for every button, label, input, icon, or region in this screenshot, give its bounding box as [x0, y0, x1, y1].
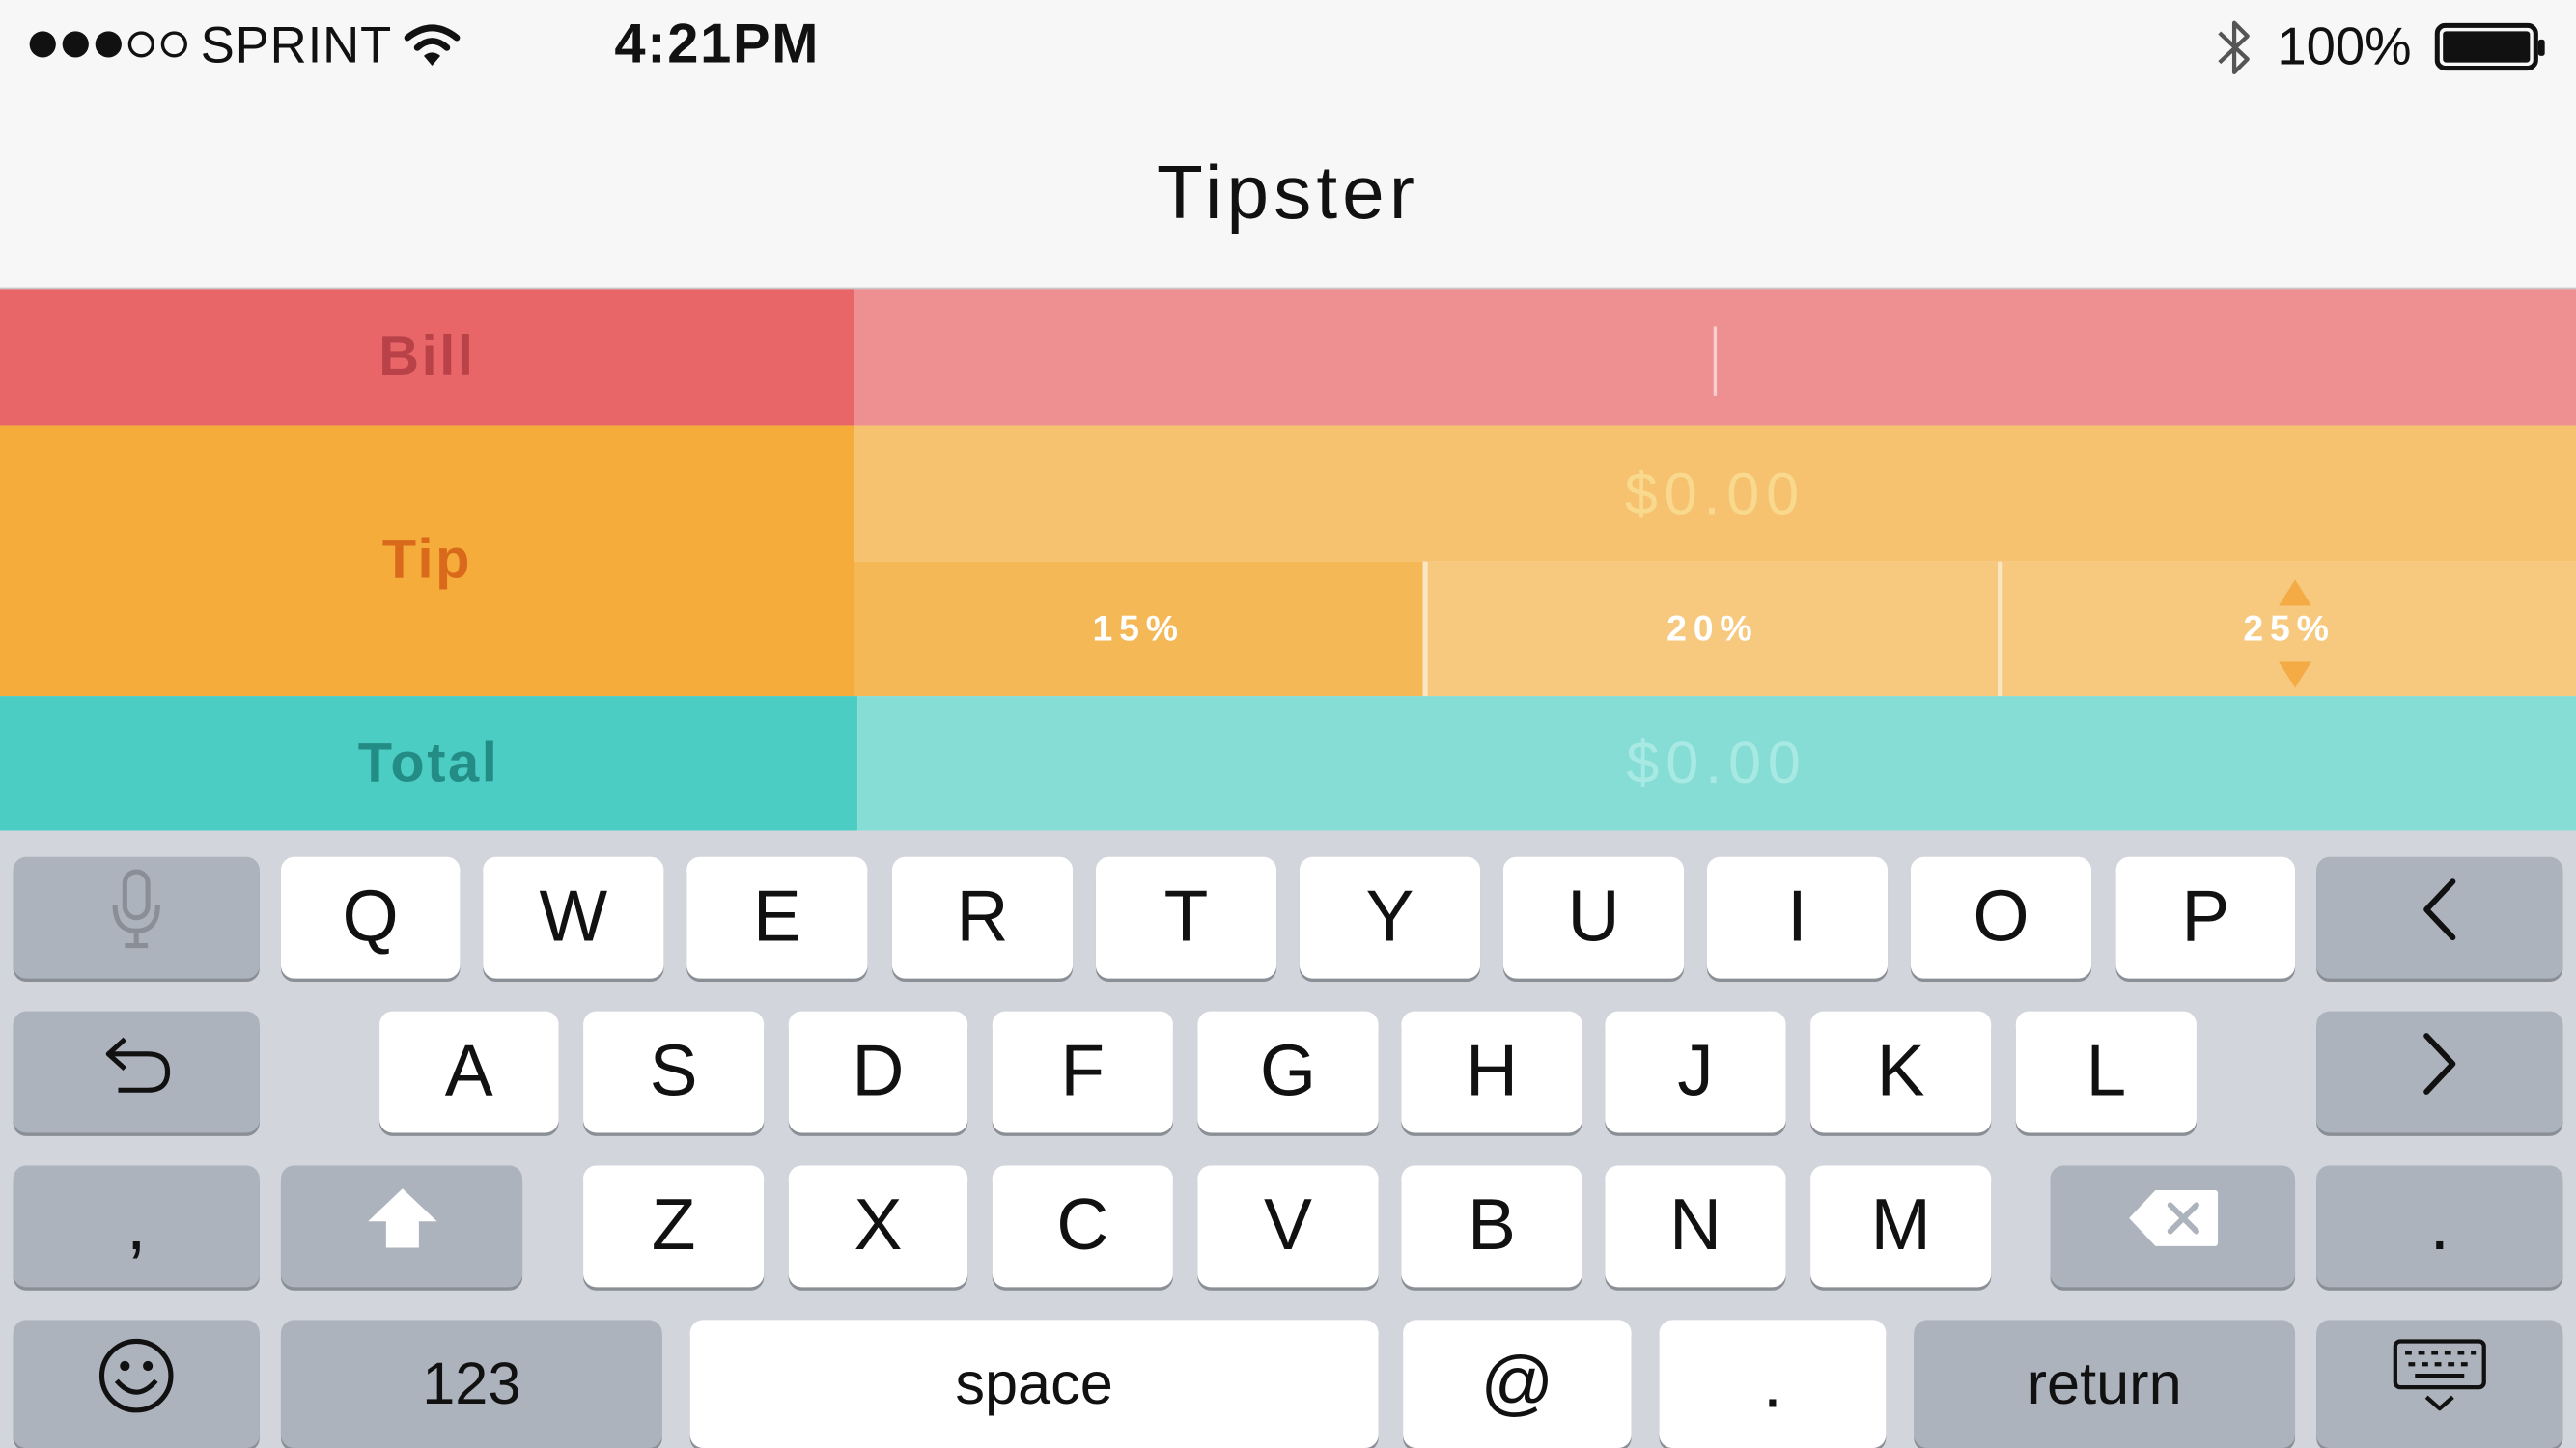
- key-label: .: [1762, 1343, 1783, 1424]
- emoji-key[interactable]: [13, 1320, 260, 1448]
- key-w[interactable]: W: [483, 856, 664, 979]
- app-screen: SPRINT 4:21PM 100% Tipster Bill Tip $0.0…: [0, 0, 2576, 1448]
- tip-amount: $0.00: [854, 425, 2576, 562]
- shift-icon: [362, 1183, 441, 1269]
- stepper-down-icon[interactable]: [2279, 655, 2312, 698]
- tip-label: Tip: [0, 425, 854, 697]
- shift-key[interactable]: [280, 1165, 523, 1288]
- period-key[interactable]: .: [2316, 1165, 2563, 1288]
- keyboard: Q W E R T Y U I O P A S D F G H J K L , …: [0, 830, 2576, 1448]
- carrier-name: SPRINT: [200, 16, 393, 74]
- dictation-key[interactable]: [13, 856, 260, 979]
- delete-icon: [2125, 1185, 2221, 1267]
- bill-input[interactable]: [854, 289, 2576, 426]
- bluetooth-icon: [2215, 16, 2254, 87]
- cursor-left-key[interactable]: [2316, 856, 2563, 979]
- tip-option-25[interactable]: 25%: [2002, 561, 2576, 698]
- key-h[interactable]: H: [1401, 1011, 1582, 1133]
- key-d[interactable]: D: [788, 1011, 968, 1133]
- key-c[interactable]: C: [992, 1165, 1173, 1288]
- key-i[interactable]: I: [1706, 856, 1889, 979]
- tip-option-15[interactable]: 15%: [854, 561, 1423, 697]
- tip-percentage-selector: 15% 20% 25%: [854, 561, 2576, 698]
- status-time: 4:21PM: [614, 13, 821, 76]
- delete-key[interactable]: [2050, 1165, 2296, 1288]
- key-q[interactable]: Q: [280, 856, 461, 979]
- chevron-right-icon: [2420, 1030, 2459, 1114]
- key-g[interactable]: G: [1197, 1011, 1379, 1133]
- total-label: Total: [0, 696, 858, 831]
- wifi-icon: [404, 21, 461, 75]
- key-x[interactable]: X: [788, 1165, 968, 1288]
- numbers-key[interactable]: 123: [280, 1320, 662, 1448]
- return-key[interactable]: return: [1914, 1320, 2296, 1448]
- key-s[interactable]: S: [583, 1011, 765, 1133]
- key-b[interactable]: B: [1401, 1165, 1582, 1288]
- at-key[interactable]: @: [1403, 1320, 1632, 1448]
- key-z[interactable]: Z: [583, 1165, 765, 1288]
- battery-icon: [2434, 22, 2550, 81]
- key-p[interactable]: P: [2115, 856, 2296, 979]
- key-label: space: [955, 1349, 1113, 1417]
- page-title: Tipster: [1156, 149, 1420, 236]
- key-y[interactable]: Y: [1299, 856, 1481, 979]
- key-m[interactable]: M: [1810, 1165, 1992, 1288]
- keyboard-dismiss-icon: [2392, 1337, 2487, 1431]
- key-t[interactable]: T: [1095, 856, 1277, 979]
- key-k[interactable]: K: [1810, 1011, 1992, 1133]
- key-label: @: [1480, 1343, 1554, 1424]
- key-r[interactable]: R: [891, 856, 1074, 979]
- tip-option-label: 15%: [1092, 607, 1185, 649]
- space-key[interactable]: space: [689, 1320, 1379, 1448]
- battery-percentage: 100%: [2277, 16, 2412, 76]
- dot-key[interactable]: .: [1659, 1320, 1887, 1448]
- stepper-up-icon[interactable]: [2279, 573, 2312, 616]
- emoji-icon: [96, 1334, 178, 1434]
- key-v[interactable]: V: [1197, 1165, 1379, 1288]
- key-a[interactable]: A: [379, 1011, 559, 1133]
- comma-key[interactable]: ,: [13, 1165, 260, 1288]
- key-l[interactable]: L: [2015, 1011, 2197, 1133]
- key-label: 123: [422, 1349, 521, 1417]
- key-j[interactable]: J: [1605, 1011, 1786, 1133]
- microphone-icon: [110, 868, 162, 968]
- tip-option-20[interactable]: 20%: [1427, 561, 1999, 697]
- total-amount: $0.00: [857, 696, 2576, 831]
- key-label: ,: [126, 1184, 147, 1267]
- undo-icon: [98, 1030, 174, 1114]
- tip-option-label: 20%: [1666, 607, 1759, 649]
- status-bar: SPRINT 4:21PM 100%: [0, 0, 2576, 92]
- key-f[interactable]: F: [992, 1011, 1173, 1133]
- key-label: .: [2429, 1184, 2450, 1267]
- signal-strength-icon: [29, 31, 187, 58]
- chevron-left-icon: [2420, 876, 2459, 960]
- key-n[interactable]: N: [1605, 1165, 1786, 1288]
- dismiss-keyboard-key[interactable]: [2316, 1320, 2563, 1448]
- key-u[interactable]: U: [1502, 856, 1685, 979]
- bill-label: Bill: [0, 289, 854, 426]
- key-o[interactable]: O: [1910, 856, 2092, 979]
- cursor-right-key[interactable]: [2316, 1011, 2563, 1133]
- text-cursor: [1713, 326, 1718, 396]
- key-e[interactable]: E: [686, 856, 868, 979]
- key-label: return: [2027, 1349, 2182, 1417]
- navigation-bar: Tipster: [0, 92, 2576, 290]
- undo-key[interactable]: [13, 1011, 260, 1133]
